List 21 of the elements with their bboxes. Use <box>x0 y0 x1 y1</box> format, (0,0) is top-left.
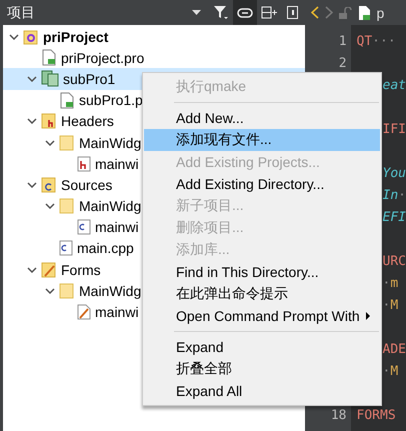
code-token: M <box>390 298 398 312</box>
code-token: eat <box>382 78 406 92</box>
code-token: In <box>382 188 398 202</box>
code-token: m <box>390 276 398 290</box>
code-token: · <box>382 298 390 312</box>
code-token: · <box>382 276 390 290</box>
code-token: You <box>382 166 406 180</box>
code-token: · <box>398 188 406 202</box>
code-token: IFI <box>382 122 406 136</box>
code-token: ··· <box>372 34 396 48</box>
line-number: 2 <box>338 56 347 70</box>
code-token: M <box>390 364 398 378</box>
code-token: FORMS <box>356 408 396 422</box>
code-token: QT <box>356 34 372 48</box>
code-token: · <box>382 364 390 378</box>
code-token: URC <box>382 254 406 268</box>
code-token: EFI <box>382 210 406 224</box>
line-number: 18 <box>330 408 347 422</box>
code-token: ADE <box>382 342 406 356</box>
line-number: 1 <box>338 34 347 48</box>
panel-title: 项目 <box>6 4 36 22</box>
